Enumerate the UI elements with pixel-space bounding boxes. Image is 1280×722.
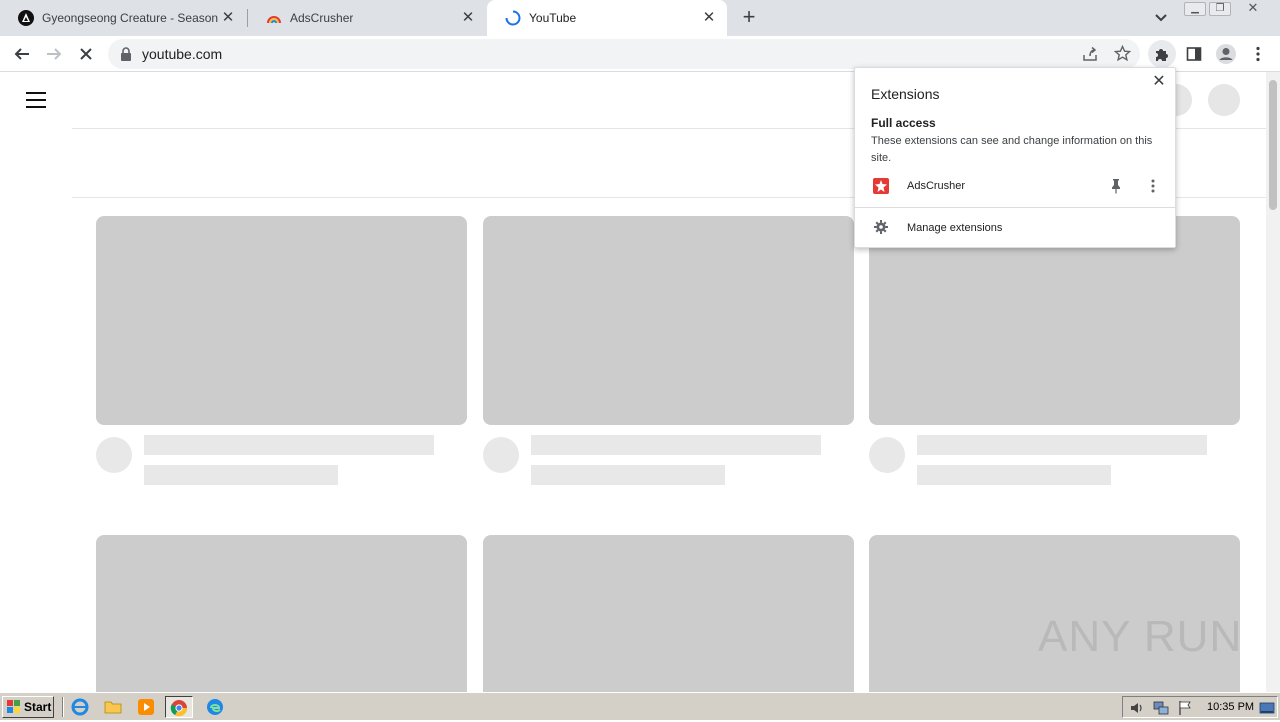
subtitle-placeholder xyxy=(917,465,1111,485)
minimize-button[interactable]: ▁ xyxy=(1184,2,1206,16)
channel-avatar-placeholder xyxy=(483,437,519,473)
video-card-skeleton xyxy=(96,535,467,692)
start-button[interactable]: Start xyxy=(2,696,54,718)
manage-extensions-item[interactable]: Manage extensions xyxy=(855,216,1175,240)
thumbnail-placeholder xyxy=(96,216,467,425)
loading-spinner-icon xyxy=(505,10,521,26)
subtitle-placeholder xyxy=(144,465,338,485)
manage-extensions-label: Manage extensions xyxy=(907,222,1003,234)
tab-close-icon[interactable]: ✕ xyxy=(701,10,717,26)
video-card-skeleton xyxy=(96,216,467,485)
action-center-flag-icon[interactable] xyxy=(1177,700,1193,716)
share-icon[interactable] xyxy=(1082,46,1098,62)
media-player-icon[interactable] xyxy=(137,698,155,716)
hamburger-menu-icon[interactable] xyxy=(26,92,46,108)
video-card-skeleton xyxy=(869,216,1240,485)
close-icon xyxy=(80,48,92,60)
side-panel-button[interactable] xyxy=(1182,42,1206,66)
rainbow-favicon-icon xyxy=(267,16,281,24)
thumbnail-placeholder xyxy=(483,535,854,692)
show-desktop-icon[interactable] xyxy=(1259,700,1275,716)
channel-avatar-placeholder xyxy=(869,437,905,473)
address-bar[interactable]: youtube.com xyxy=(108,39,1140,69)
extensions-popup: Extensions ✕ Full access These extension… xyxy=(854,67,1176,248)
thumbnail-placeholder xyxy=(483,216,854,425)
title-placeholder xyxy=(531,435,821,455)
windows-logo-icon xyxy=(7,700,20,713)
scrollbar-thumb[interactable] xyxy=(1269,80,1277,210)
puzzle-icon xyxy=(1156,49,1168,61)
video-card-skeleton xyxy=(483,216,854,485)
bookmark-star-icon[interactable] xyxy=(1114,45,1131,62)
extension-name: AdsCrusher xyxy=(907,180,966,192)
chevron-down-icon[interactable] xyxy=(1152,9,1170,27)
title-placeholder xyxy=(144,435,434,455)
pin-icon[interactable] xyxy=(1109,178,1123,194)
internet-explorer-icon[interactable] xyxy=(71,698,89,716)
clock[interactable]: 10:35 PM xyxy=(1207,701,1254,713)
adscrusher-icon xyxy=(873,178,889,194)
tab-gyeongseong[interactable]: Gyeongseong Creature - Season 1, I ✕ xyxy=(0,0,246,36)
network-icon[interactable] xyxy=(1153,700,1169,716)
popup-divider xyxy=(855,207,1175,208)
chrome-icon xyxy=(170,700,188,717)
chrome-taskbar-button[interactable] xyxy=(165,696,193,718)
browser-menu-button[interactable] xyxy=(1246,42,1270,66)
tab-strip: Gyeongseong Creature - Season 1, I ✕ Ads… xyxy=(0,0,1280,36)
stop-loading-button[interactable] xyxy=(74,42,98,66)
popup-title: Extensions xyxy=(871,86,940,102)
window-close-button[interactable]: ✕ xyxy=(1242,1,1264,16)
subtitle-placeholder xyxy=(531,465,725,485)
tab-title: Gyeongseong Creature - Season 1, I xyxy=(42,11,218,25)
anyrun-watermark: ANY RUN xyxy=(1038,612,1243,661)
tab-close-icon[interactable]: ✕ xyxy=(220,10,236,26)
arrow-left-icon xyxy=(14,48,29,60)
tab-title: AdsCrusher xyxy=(290,11,354,25)
kebab-menu-icon xyxy=(1256,46,1260,62)
edge-icon[interactable] xyxy=(206,698,224,716)
channel-avatar-placeholder xyxy=(96,437,132,473)
site-favicon-icon xyxy=(18,10,34,26)
profile-button[interactable] xyxy=(1214,42,1238,66)
system-tray: 10:35 PM xyxy=(1122,696,1278,718)
back-button[interactable] xyxy=(10,42,34,66)
tab-close-icon[interactable]: ✕ xyxy=(460,10,476,26)
thumbnail-placeholder xyxy=(96,535,467,692)
extensions-button[interactable] xyxy=(1148,40,1176,68)
tab-title: YouTube xyxy=(529,11,577,25)
lock-icon xyxy=(121,47,131,61)
profile-avatar-icon xyxy=(1216,44,1236,64)
folder-icon[interactable] xyxy=(104,698,122,716)
popup-close-button[interactable]: ✕ xyxy=(1151,74,1167,90)
section-title: Full access xyxy=(871,116,936,130)
arrow-right-icon xyxy=(47,48,62,60)
restore-button[interactable]: ❐ xyxy=(1209,2,1231,16)
new-tab-button[interactable]: + xyxy=(738,6,760,29)
video-card-skeleton xyxy=(483,535,854,692)
title-placeholder xyxy=(917,435,1207,455)
start-label: Start xyxy=(24,700,52,714)
tab-adscrusher[interactable]: AdsCrusher ✕ xyxy=(248,0,486,36)
taskbar-separator xyxy=(62,697,64,717)
tab-youtube[interactable]: YouTube ✕ xyxy=(487,0,727,36)
forward-button[interactable] xyxy=(42,42,66,66)
side-panel-icon xyxy=(1186,47,1202,61)
url-text: youtube.com xyxy=(142,46,223,62)
windows-taskbar: Start 10:35 PM xyxy=(0,692,1280,720)
page-scrollbar[interactable] xyxy=(1266,72,1280,692)
account-avatar-placeholder xyxy=(1208,84,1240,116)
section-description: These extensions can see and change info… xyxy=(871,135,1153,164)
gear-icon xyxy=(874,220,888,234)
volume-icon[interactable] xyxy=(1129,700,1145,716)
more-options-icon[interactable] xyxy=(1149,178,1157,194)
